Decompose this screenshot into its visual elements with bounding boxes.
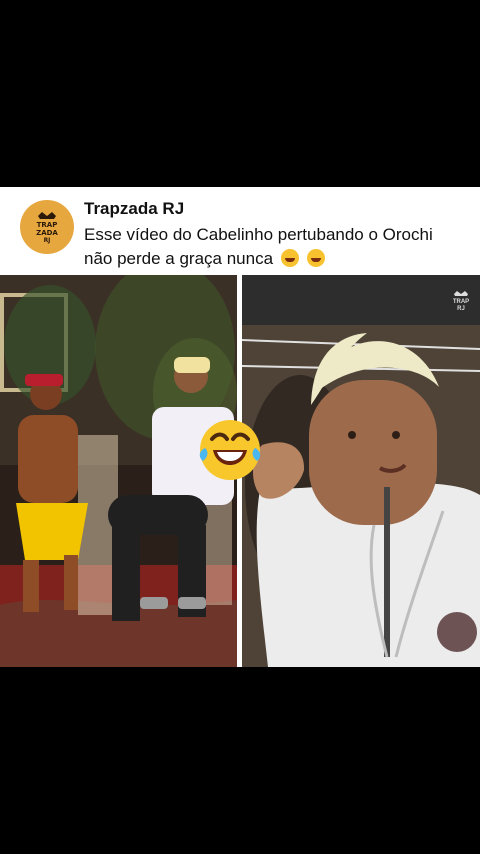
account-name[interactable]: Trapzada RJ bbox=[84, 199, 184, 219]
caption-text: Esse vídeo do Cabelinho pertubando o Oro… bbox=[84, 225, 433, 268]
rofl-emoji-icon bbox=[280, 249, 299, 267]
watermark-logo-icon: TRAP RJ bbox=[453, 291, 469, 312]
svg-text:RJ: RJ bbox=[457, 306, 465, 311]
closeup-scene-illustration bbox=[242, 275, 480, 667]
rofl-emoji-icon bbox=[306, 249, 325, 267]
laughing-emoji-svg bbox=[199, 420, 261, 480]
svg-text:TRAP: TRAP bbox=[453, 299, 469, 305]
right-photo-closeup[interactable] bbox=[242, 275, 480, 667]
right-photo-watermark: TRAP RJ bbox=[448, 289, 474, 312]
svg-text:RJ: RJ bbox=[44, 237, 51, 244]
svg-text:TRAP: TRAP bbox=[37, 221, 58, 229]
avatar-logo-text: TRAP ZADA RJ bbox=[29, 210, 65, 244]
avatar-logo-icon: TRAP ZADA RJ bbox=[36, 212, 58, 244]
post-header: TRAP ZADA RJ Trapzada RJ Esse vídeo do C… bbox=[0, 187, 480, 275]
laughing-tears-emoji-icon bbox=[197, 417, 263, 483]
account-avatar[interactable]: TRAP ZADA RJ bbox=[20, 200, 74, 254]
svg-text:ZADA: ZADA bbox=[36, 229, 58, 237]
screen: { "post": { "account_name": "Trapzada RJ… bbox=[0, 0, 480, 854]
post-caption: Esse vídeo do Cabelinho pertubando o Oro… bbox=[84, 223, 464, 271]
